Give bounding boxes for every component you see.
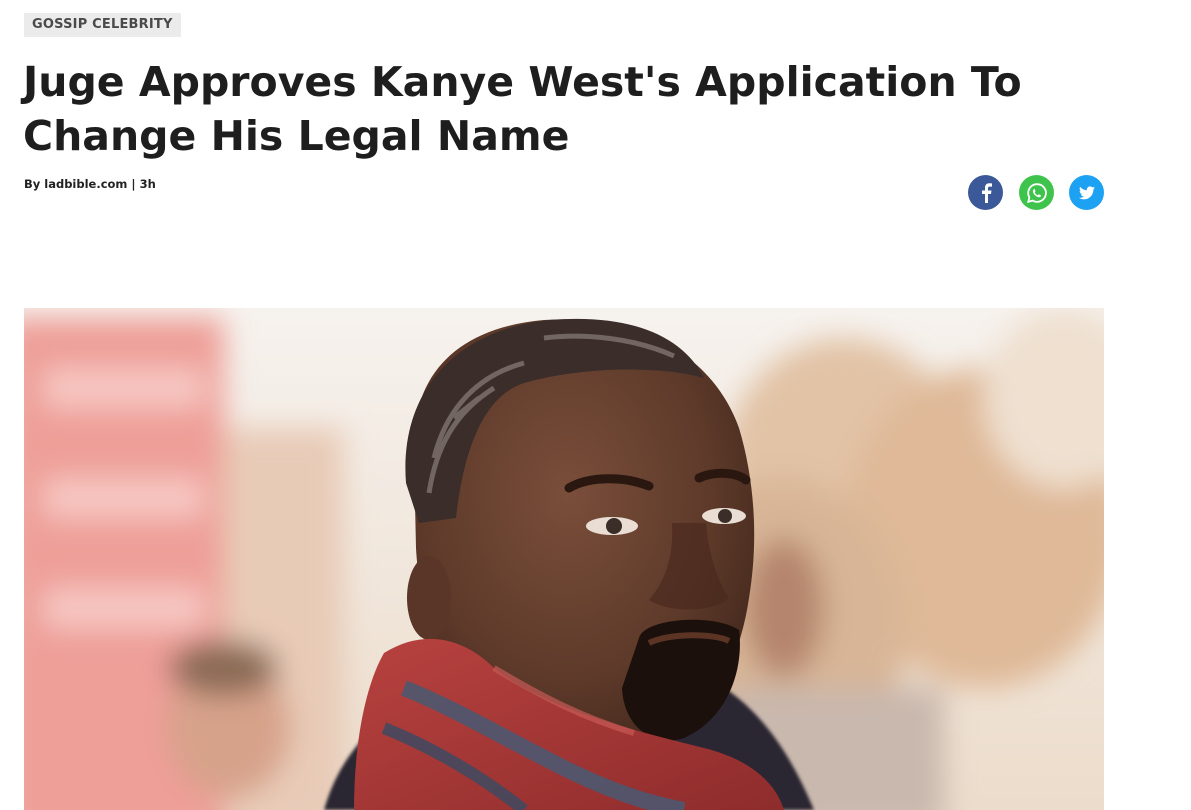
article-headline: Juge Approves Kanye West's Application T… — [23, 58, 1022, 160]
share-whatsapp-button[interactable] — [1019, 175, 1054, 210]
category-tag[interactable]: GOSSIP CELEBRITY — [24, 13, 181, 37]
whatsapp-icon — [1026, 182, 1048, 204]
share-facebook-button[interactable] — [968, 175, 1003, 210]
article-hero-image[interactable] — [24, 308, 1104, 810]
facebook-icon — [979, 182, 993, 203]
hero-photo — [24, 308, 1104, 810]
share-twitter-button[interactable] — [1069, 175, 1104, 210]
article-byline: By ladbible.com | 3h — [24, 177, 156, 191]
twitter-icon — [1078, 185, 1095, 200]
article-page: GOSSIP CELEBRITY Juge Approves Kanye Wes… — [0, 0, 1191, 810]
